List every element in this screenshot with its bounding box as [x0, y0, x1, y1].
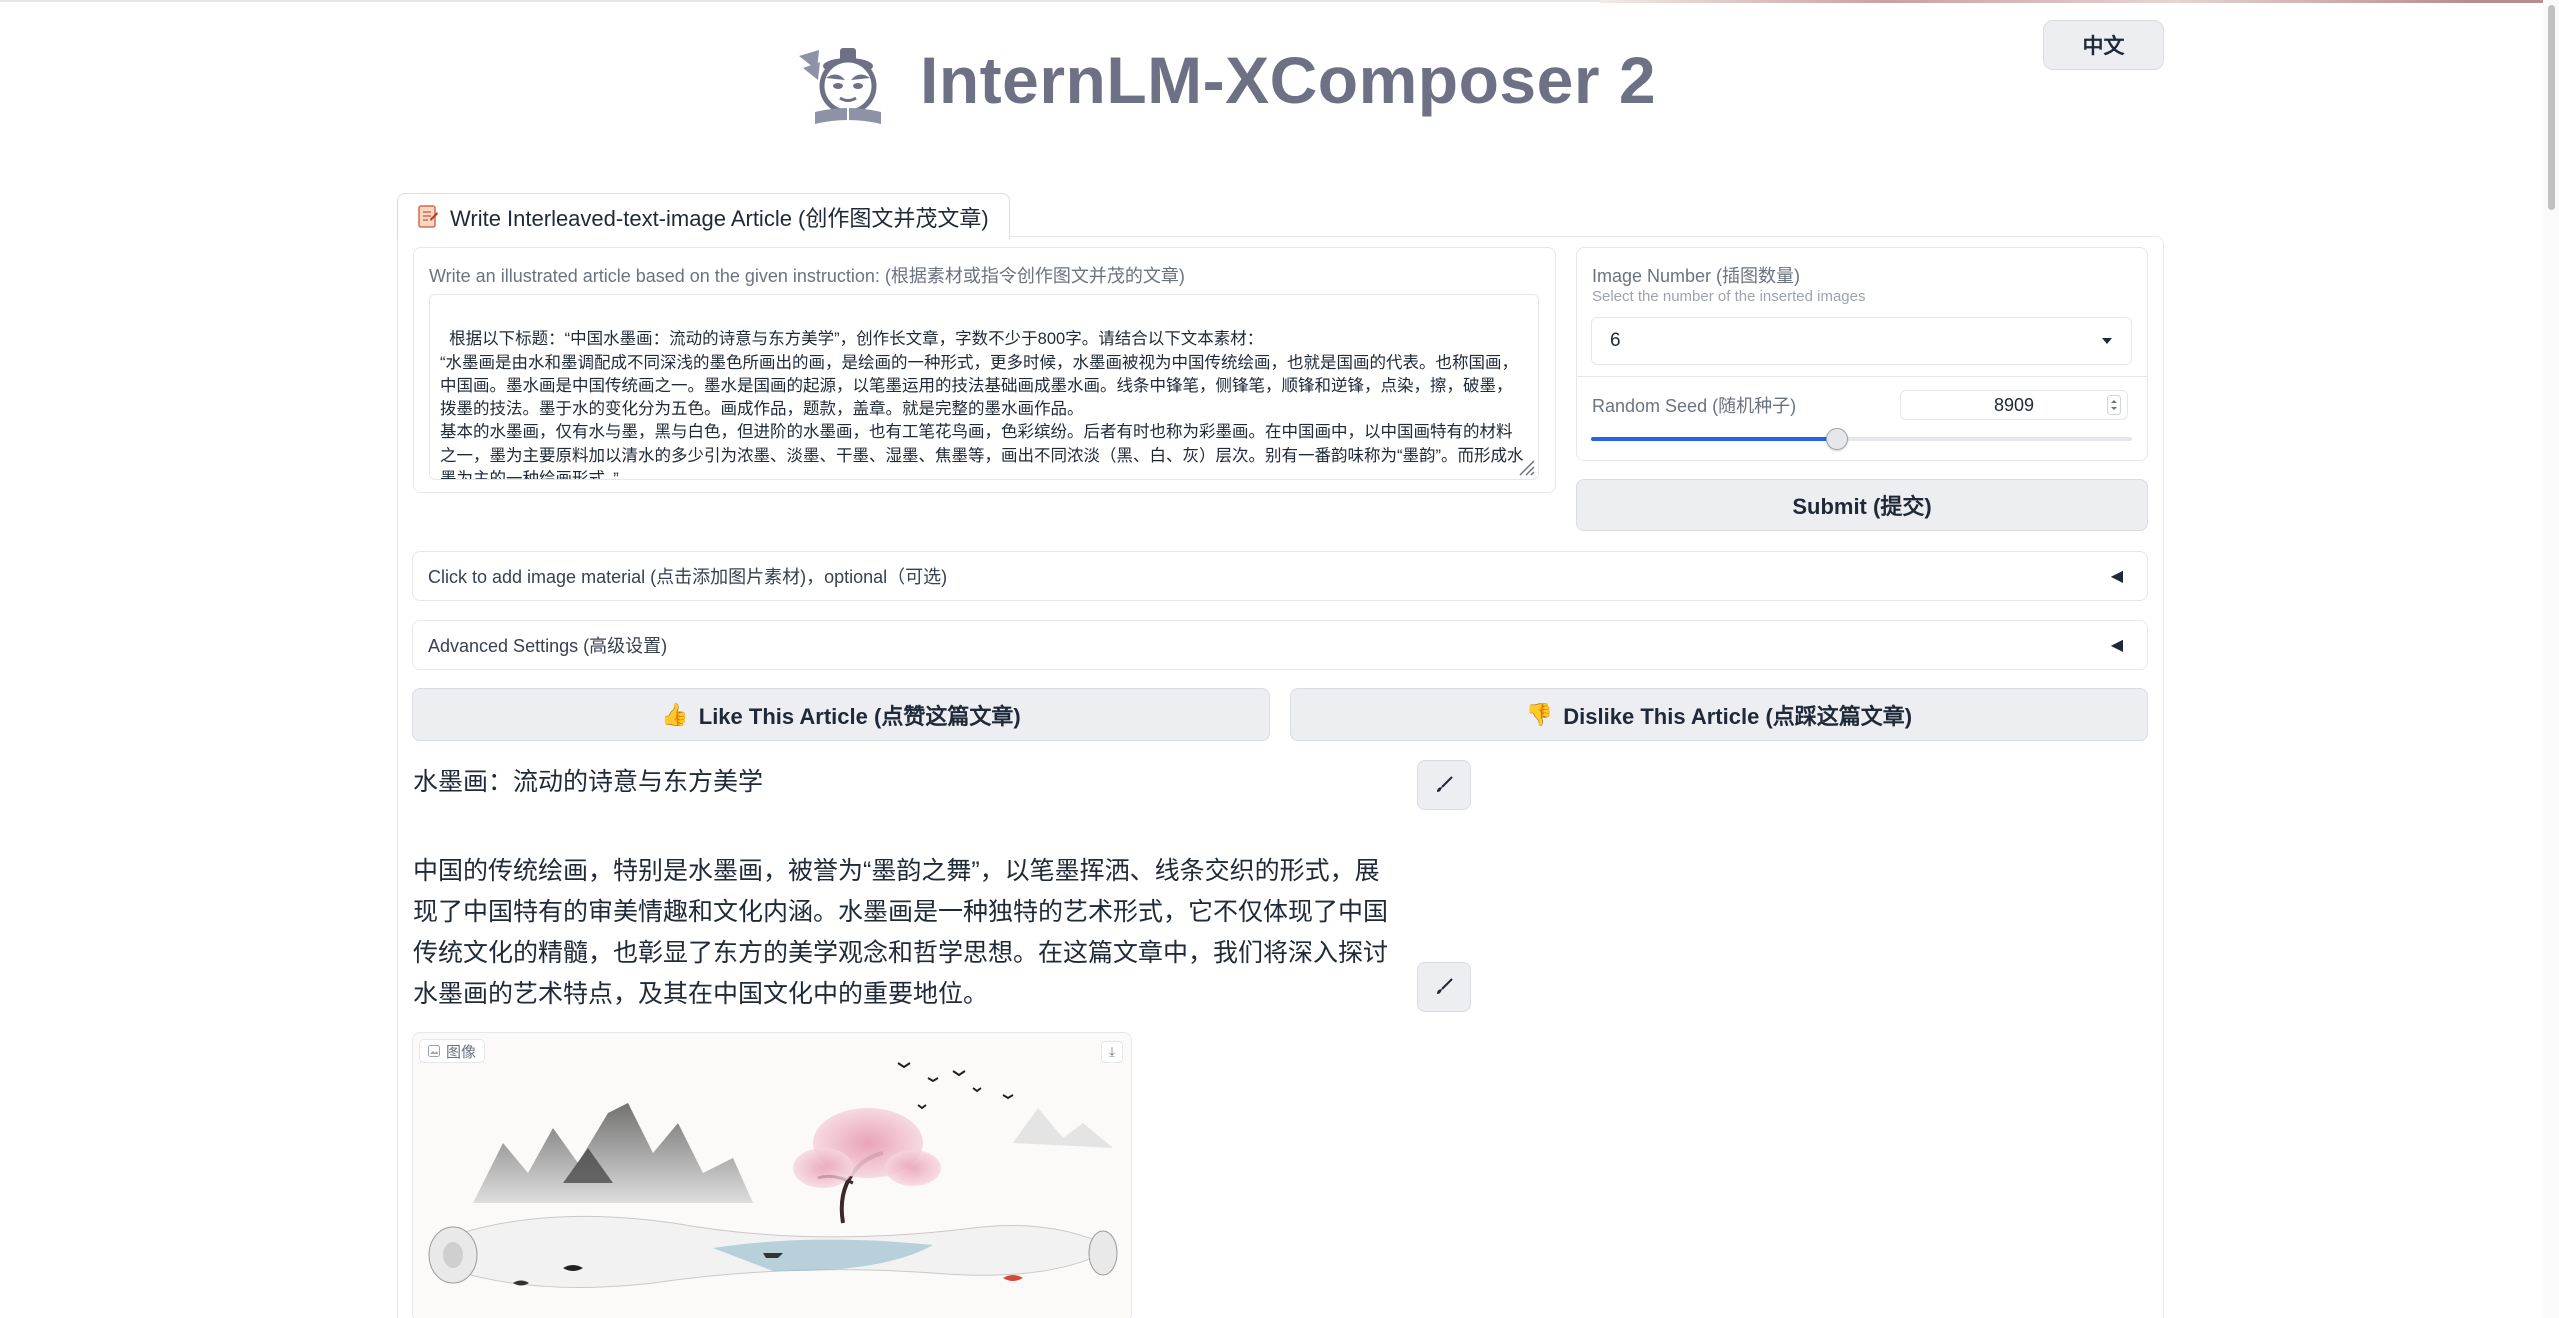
random-seed-input[interactable]: 8909: [1900, 390, 2128, 420]
dislike-button[interactable]: 👎 Dislike This Article (点踩这篇文章): [1290, 688, 2148, 741]
slider-thumb[interactable]: [1826, 428, 1849, 450]
resize-grip-icon[interactable]: [1517, 458, 1535, 476]
article-image: 图像 ⤓: [412, 1032, 1132, 1318]
thumbs-down-icon: 👎: [1525, 701, 1554, 727]
tab-write-article[interactable]: Write Interleaved-text-image Article (创作…: [397, 193, 1010, 239]
image-material-accordion[interactable]: Click to add image material (点击添加图片素材)，o…: [412, 551, 2148, 601]
submit-button[interactable]: Submit (提交): [1576, 479, 2148, 531]
like-label: Like This Article (点赞这篇文章): [698, 703, 1021, 729]
tab-label: Write Interleaved-text-image Article (创作…: [450, 205, 989, 231]
advanced-settings-accordion[interactable]: Advanced Settings (高级设置) ◀: [412, 620, 2148, 670]
triangle-left-icon: ◀: [2110, 568, 2123, 585]
image-label-text: 图像: [446, 1043, 477, 1061]
submit-label: Submit (提交): [1792, 494, 1932, 519]
image-material-label: Click to add image material (点击添加图片素材)，o…: [428, 567, 948, 587]
spinner-icon[interactable]: [2107, 395, 2121, 415]
thumbs-up-icon: 👍: [661, 701, 689, 727]
brush-icon: [1437, 978, 1453, 994]
document-icon: [418, 204, 438, 228]
brush-icon: [1437, 776, 1453, 792]
edit-heading-button[interactable]: [1417, 760, 1471, 810]
article-paragraph: 中国的传统绘画，特别是水墨画，被誉为“墨韵之舞”，以笔墨挥洒、线条交织的形式，展…: [413, 857, 1389, 1008]
app-header: InternLM-XComposer 2: [793, 25, 1656, 135]
random-seed-slider[interactable]: [1591, 428, 2132, 450]
image-number-value: 6: [1610, 330, 1621, 351]
instruction-text: 根据以下标题：“中国水墨画：流动的诗意与东方美学”，创作长文章，字数不少于800…: [440, 330, 1524, 480]
top-accent-strip: [1600, 0, 2559, 3]
scrollbar-thumb[interactable]: [2548, 5, 2555, 210]
dislike-label: Dislike This Article (点踩这篇文章): [1563, 703, 1913, 729]
divider: [1577, 376, 2147, 377]
image-icon: [428, 1045, 440, 1057]
app-title: InternLM-XComposer 2: [920, 43, 1657, 117]
instruction-textarea[interactable]: 根据以下标题：“中国水墨画：流动的诗意与东方美学”，创作长文章，字数不少于800…: [429, 294, 1539, 480]
instruction-label: Write an illustrated article based on th…: [429, 266, 1185, 286]
page-scrollbar[interactable]: [2543, 0, 2559, 1318]
scholar-logo-icon: [799, 47, 881, 124]
slider-fill: [1591, 437, 1838, 441]
edit-paragraph-button[interactable]: [1417, 962, 1471, 1012]
download-icon[interactable]: ⤓: [1101, 1041, 1123, 1063]
ink-painting-illustration: [413, 1033, 1131, 1318]
triangle-left-icon: ◀: [2110, 637, 2123, 654]
image-number-info: Select the number of the inserted images: [1592, 288, 1866, 305]
image-number-label: Image Number (插图数量): [1592, 266, 1801, 286]
language-toggle-button[interactable]: 中文: [2043, 20, 2164, 70]
random-seed-label: Random Seed (随机种子): [1592, 396, 1797, 416]
random-seed-value: 8909: [1993, 394, 2035, 415]
article-heading: 水墨画：流动的诗意与东方美学: [413, 768, 764, 796]
advanced-settings-label: Advanced Settings (高级设置): [428, 636, 668, 656]
image-number-dropdown[interactable]: 6: [1591, 317, 2132, 365]
chevron-down-icon: [2102, 338, 2112, 344]
like-button[interactable]: 👍 Like This Article (点赞这篇文章): [412, 688, 1270, 741]
image-label-badge: 图像: [419, 1039, 486, 1063]
